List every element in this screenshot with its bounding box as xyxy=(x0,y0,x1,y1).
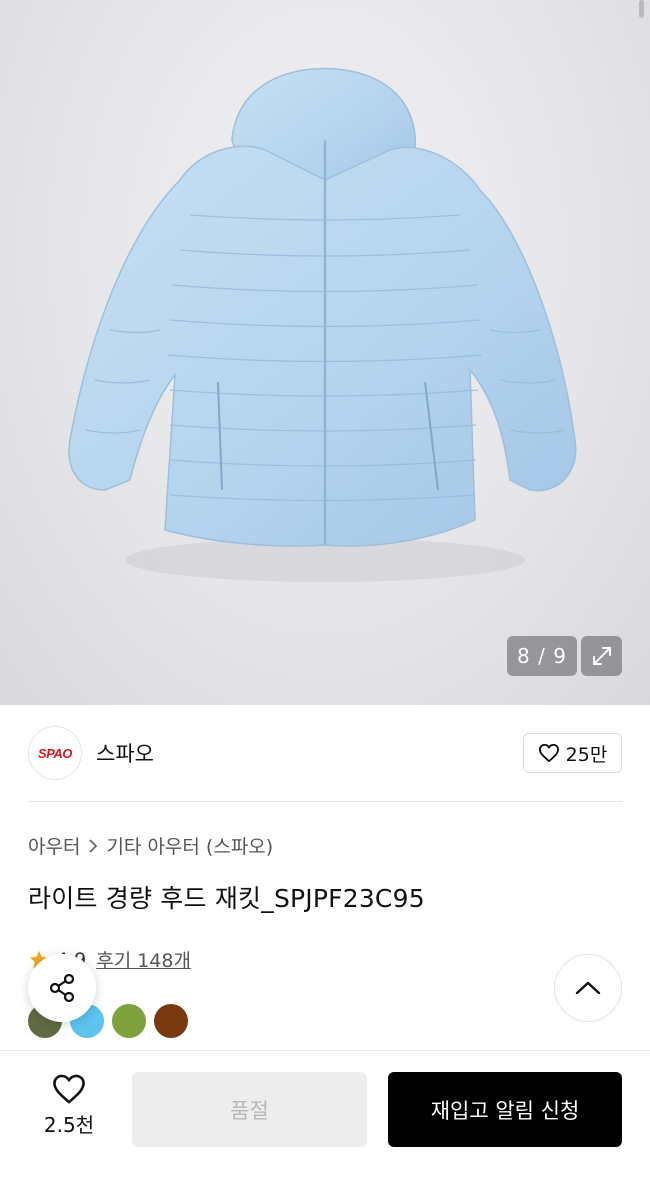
breadcrumb: 아우터 기타 아우터 (스파오) xyxy=(28,832,273,859)
scroll-top-button[interactable] xyxy=(554,954,622,1022)
expand-button[interactable] xyxy=(581,636,622,676)
wishlist-count: 2.5천 xyxy=(43,1113,95,1137)
product-title: 라이트 경량 후드 재킷_SPJPF23C95 xyxy=(28,884,425,913)
breadcrumb-child[interactable]: 기타 아우터 (스파오) xyxy=(106,832,273,859)
color-swatch-lime-green[interactable] xyxy=(112,1004,146,1038)
chevron-right-icon xyxy=(89,838,98,853)
brand-like-count: 25만 xyxy=(565,743,608,766)
image-counter: 8 / 9 xyxy=(507,636,577,676)
restock-alert-button[interactable]: 재입고 알림 신청 xyxy=(388,1072,622,1147)
brand-name[interactable]: 스파오 xyxy=(96,738,154,768)
product-image-gallery[interactable]: 8 / 9 xyxy=(0,0,650,705)
wishlist-button[interactable]: 2.5천 xyxy=(34,1073,104,1138)
brand-like-button[interactable]: 25만 xyxy=(523,733,622,773)
product-jacket-image xyxy=(68,67,577,582)
color-swatch-brown[interactable] xyxy=(154,1004,188,1038)
expand-icon xyxy=(592,647,611,665)
heart-icon xyxy=(538,743,559,763)
brand-logo[interactable]: SPAO xyxy=(28,726,82,780)
review-count-link[interactable]: 후기 148개 xyxy=(96,946,191,973)
brand-logo-text: SPAO xyxy=(38,745,72,761)
breadcrumb-parent[interactable]: 아우터 xyxy=(28,832,80,859)
heart-icon xyxy=(53,1074,85,1104)
chevron-up-icon xyxy=(575,981,601,995)
soldout-button: 품절 xyxy=(132,1072,367,1147)
share-icon xyxy=(49,973,75,1003)
divider xyxy=(28,801,622,802)
share-button[interactable] xyxy=(28,954,96,1022)
